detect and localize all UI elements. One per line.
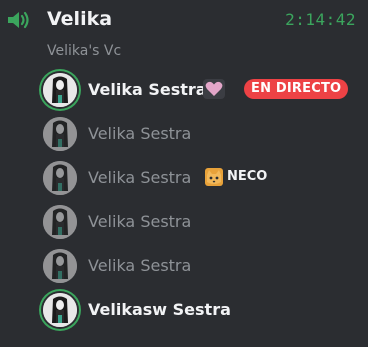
voice-member-list: Velika Sestra EN DIRECTO Velika Sestra V… bbox=[0, 68, 368, 332]
channel-subtitle: Velika's Vc bbox=[47, 43, 122, 59]
member-name: Velika Sestra bbox=[88, 168, 192, 187]
activity-label: NECO bbox=[227, 169, 268, 184]
member-name: Velika Sestra bbox=[88, 256, 192, 275]
voice-member[interactable]: Velika Sestra bbox=[0, 244, 368, 288]
voice-member[interactable]: Velikasw Sestra bbox=[0, 288, 368, 332]
voice-member[interactable]: Velika Sestra NECO bbox=[0, 156, 368, 200]
call-timer: 2:14:42 bbox=[285, 10, 356, 29]
member-name: Velika Sestra bbox=[88, 212, 192, 231]
voice-member[interactable]: Velika Sestra bbox=[0, 200, 368, 244]
avatar bbox=[43, 249, 77, 283]
voice-member[interactable]: Velika Sestra bbox=[0, 112, 368, 156]
avatar bbox=[43, 117, 77, 151]
avatar bbox=[43, 293, 77, 327]
avatar bbox=[43, 205, 77, 239]
voice-member[interactable]: Velika Sestra EN DIRECTO bbox=[0, 68, 368, 112]
avatar bbox=[43, 73, 77, 107]
channel-header[interactable]: Velika 2:14:42 bbox=[0, 0, 368, 40]
member-name: Velika Sestra bbox=[88, 80, 207, 99]
avatar bbox=[43, 161, 77, 195]
member-name: Velika Sestra bbox=[88, 124, 192, 143]
heart-icon bbox=[203, 79, 225, 99]
live-badge: EN DIRECTO bbox=[244, 79, 349, 99]
member-name: Velikasw Sestra bbox=[88, 300, 231, 319]
channel-name[interactable]: Velika bbox=[47, 7, 112, 31]
cat-icon bbox=[205, 168, 223, 186]
speaker-icon bbox=[8, 11, 29, 29]
